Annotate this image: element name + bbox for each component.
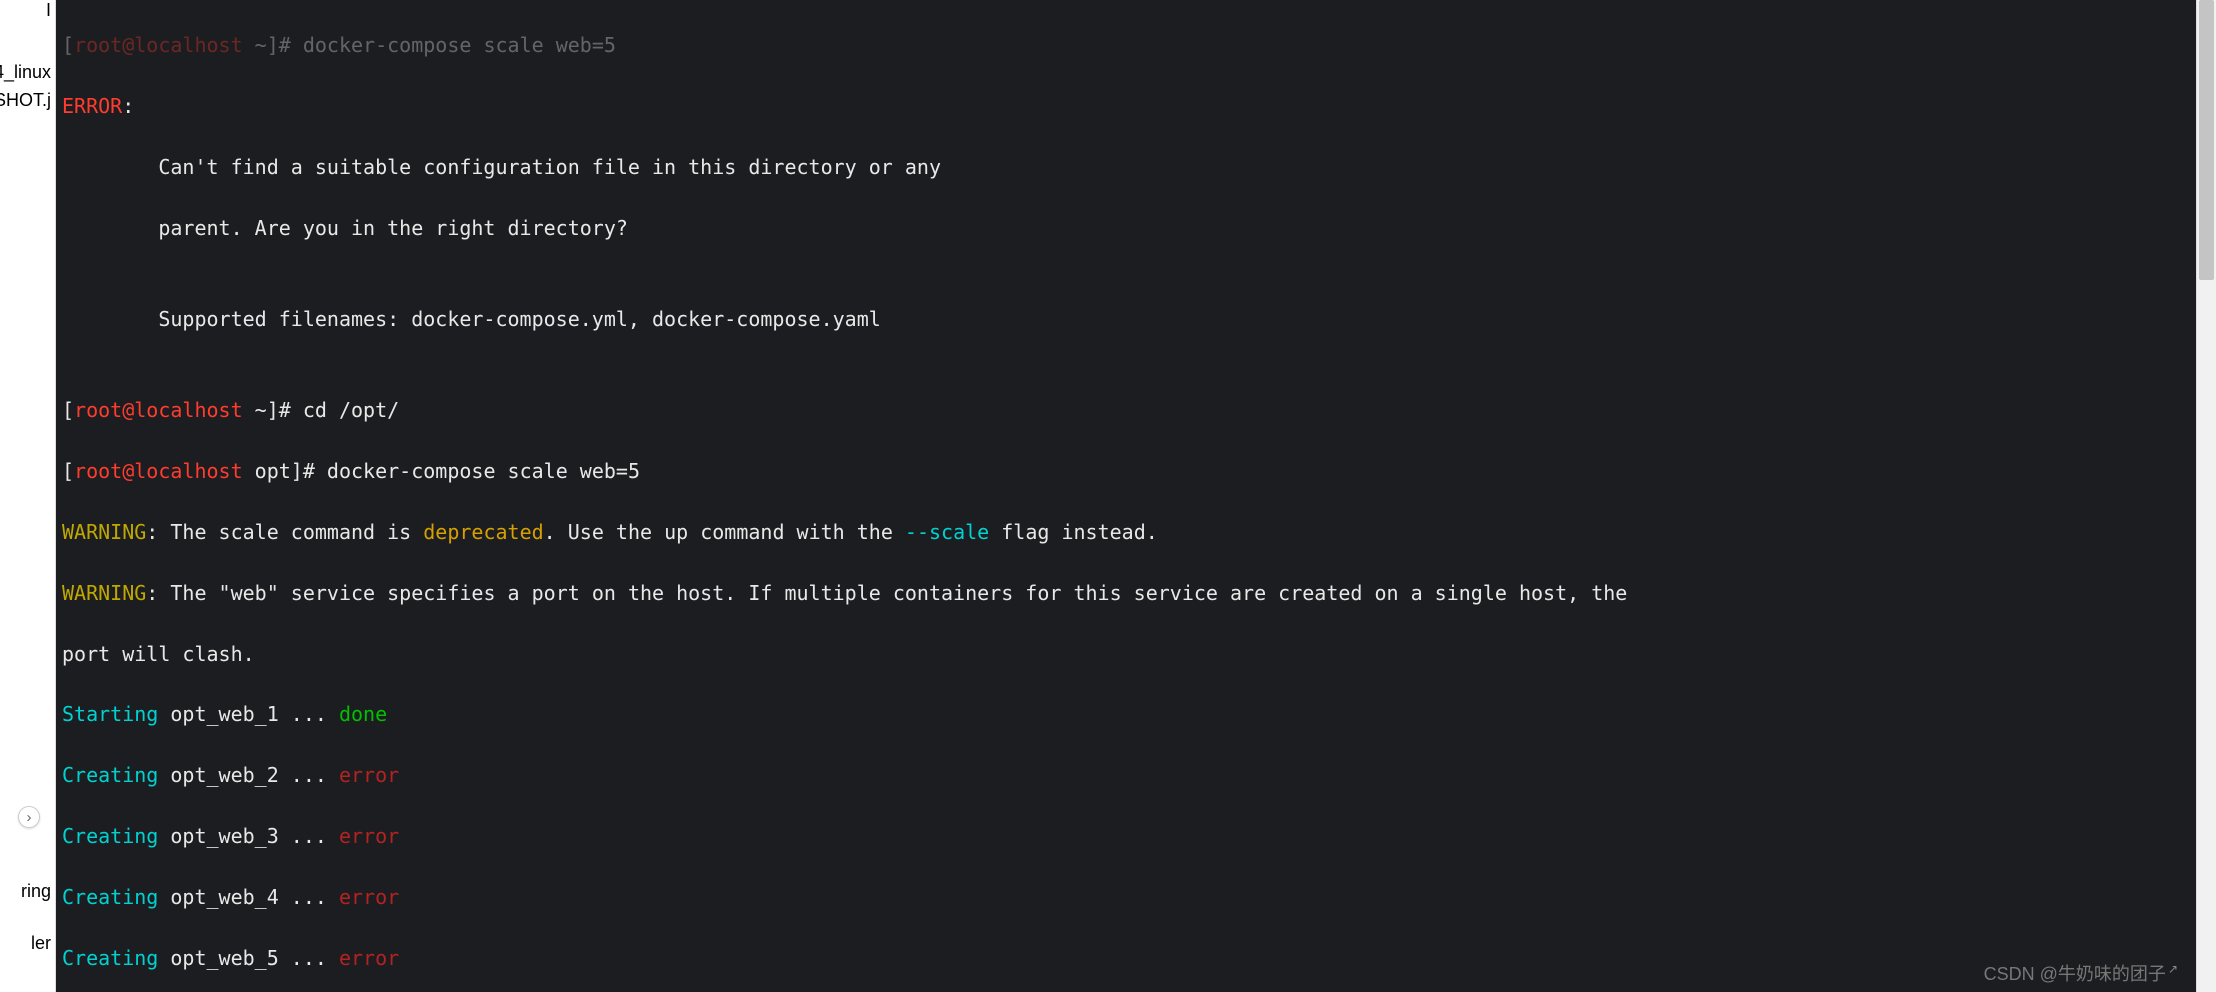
error-text: Supported filenames: docker-compose.yml,… — [62, 304, 2190, 334]
ide-gutter: I 4_linux SHOT.j › ring ler — [0, 0, 56, 992]
prompt-bracket: [ — [62, 459, 74, 483]
prompt-user: root@ — [74, 33, 134, 57]
terminal-output: [root@localhost ~]# docker-compose scale… — [56, 0, 2196, 992]
status-done: done — [339, 702, 387, 726]
prompt-host: localhost — [134, 459, 242, 483]
prompt-bracket: [ — [62, 33, 74, 57]
flag-text: --scale — [905, 520, 989, 544]
status-target: opt_web_4 ... — [158, 885, 339, 909]
error-text: parent. Are you in the right directory? — [62, 213, 2190, 243]
warning-label: WARNING — [62, 581, 146, 605]
status-error: error — [339, 763, 399, 787]
prompt-command: ~]# cd /opt/ — [243, 398, 400, 422]
prompt-command: opt]# docker-compose scale web=5 — [243, 459, 640, 483]
status-verb: Creating — [62, 885, 158, 909]
status-target: opt_web_1 ... — [158, 702, 339, 726]
status-target: opt_web_3 ... — [158, 824, 339, 848]
status-error: error — [339, 885, 399, 909]
warning-text: flag instead. — [989, 520, 1158, 544]
warning-label: WARNING — [62, 520, 146, 544]
status-error: error — [339, 946, 399, 970]
warning-text: . Use the up command with the — [544, 520, 905, 544]
warning-text: : The scale command is — [146, 520, 423, 544]
terminal-panel[interactable]: [root@localhost ~]# docker-compose scale… — [56, 0, 2196, 992]
prompt-command: ~]# docker-compose scale web=5 — [243, 33, 616, 57]
watermark-text: CSDN @牛奶味的团子 — [1984, 964, 2166, 984]
prompt-host: localhost — [134, 398, 242, 422]
status-verb: Creating — [62, 946, 158, 970]
gutter-fragment: 4_linux — [0, 62, 51, 83]
external-link-icon: ↗ — [2168, 962, 2178, 976]
prompt-user: root@ — [74, 459, 134, 483]
error-text: Can't find a suitable configuration file… — [62, 152, 2190, 182]
status-target: opt_web_5 ... — [158, 946, 339, 970]
csdn-watermark: CSDN @牛奶味的团子↗ — [1984, 960, 2178, 986]
status-verb: Creating — [62, 824, 158, 848]
scrollbar-thumb[interactable] — [2199, 0, 2214, 280]
gutter-fragment: SHOT.j — [0, 90, 51, 111]
warning-text: : The "web" service specifies a port on … — [146, 581, 1627, 605]
gutter-collapse-button[interactable]: › — [18, 806, 40, 828]
vertical-scrollbar[interactable] — [2196, 0, 2216, 992]
gutter-tab-fragment: ler — [31, 933, 51, 954]
prompt-user: root@ — [74, 398, 134, 422]
gutter-tab-fragment: ring — [21, 881, 51, 902]
prompt-host: localhost — [134, 33, 242, 57]
chevron-right-icon: › — [27, 809, 32, 826]
prompt-bracket: [ — [62, 398, 74, 422]
error-text: : — [122, 94, 134, 118]
error-label: ERROR — [62, 94, 122, 118]
status-error: error — [339, 824, 399, 848]
status-verb: Starting — [62, 702, 158, 726]
gutter-fragment: I — [46, 0, 51, 21]
status-target: opt_web_2 ... — [158, 763, 339, 787]
deprecated-tag: deprecated — [423, 520, 543, 544]
warning-text: port will clash. — [62, 639, 2190, 669]
status-verb: Creating — [62, 763, 158, 787]
